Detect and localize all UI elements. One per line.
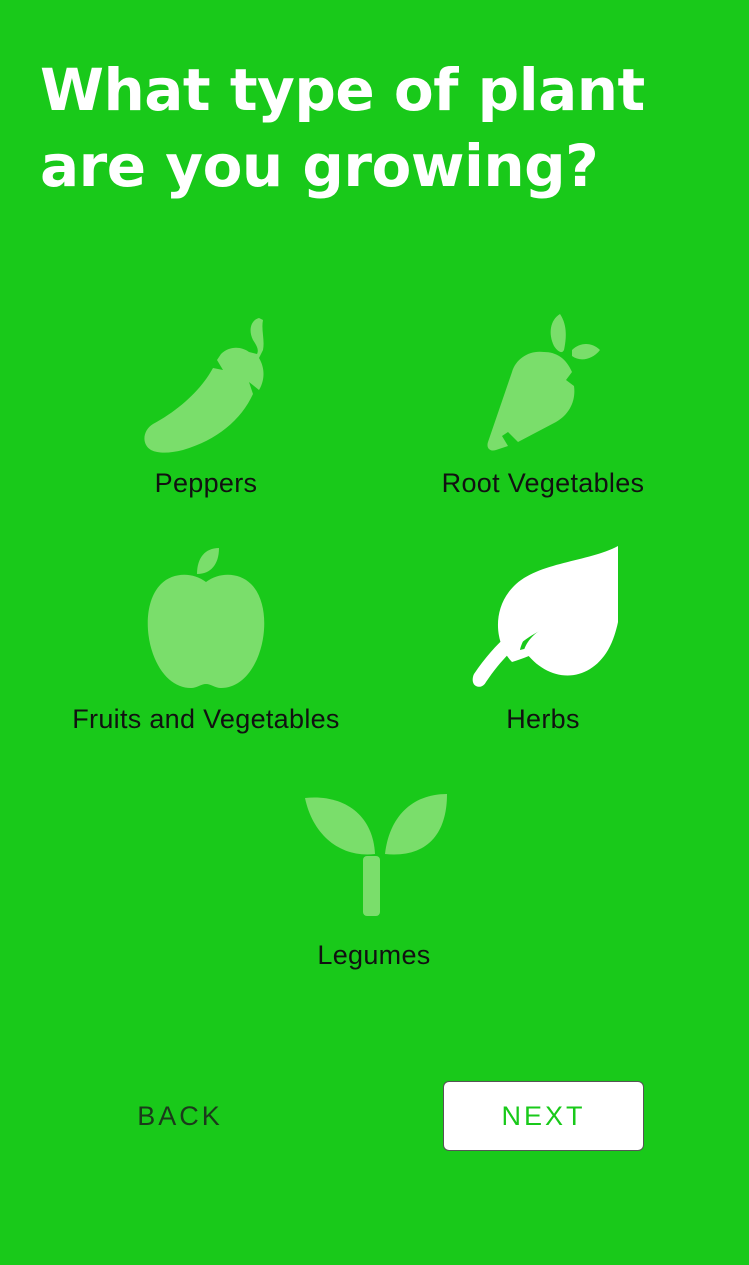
option-label: Herbs bbox=[506, 704, 580, 734]
option-fruits-and-vegetables[interactable]: Fruits and Vegetables bbox=[46, 546, 366, 746]
option-root-vegetables[interactable]: Root Vegetables bbox=[383, 310, 703, 510]
apple-icon bbox=[131, 546, 281, 696]
option-label: Fruits and Vegetables bbox=[72, 704, 340, 734]
option-peppers[interactable]: Peppers bbox=[46, 310, 366, 510]
back-button[interactable]: BACK bbox=[110, 1082, 250, 1150]
option-legumes[interactable]: Legumes bbox=[214, 782, 534, 982]
carrot-icon bbox=[468, 310, 618, 460]
page-title: What type of plant are you growing? bbox=[40, 56, 645, 200]
option-label: Root Vegetables bbox=[441, 468, 645, 498]
option-label: Peppers bbox=[154, 468, 258, 498]
next-button[interactable]: NEXT bbox=[443, 1081, 644, 1151]
sprout-icon bbox=[299, 782, 449, 932]
option-herbs[interactable]: Herbs bbox=[383, 546, 703, 746]
option-label: Legumes bbox=[317, 940, 431, 970]
leaf-icon bbox=[468, 546, 618, 696]
pepper-icon bbox=[131, 310, 281, 460]
